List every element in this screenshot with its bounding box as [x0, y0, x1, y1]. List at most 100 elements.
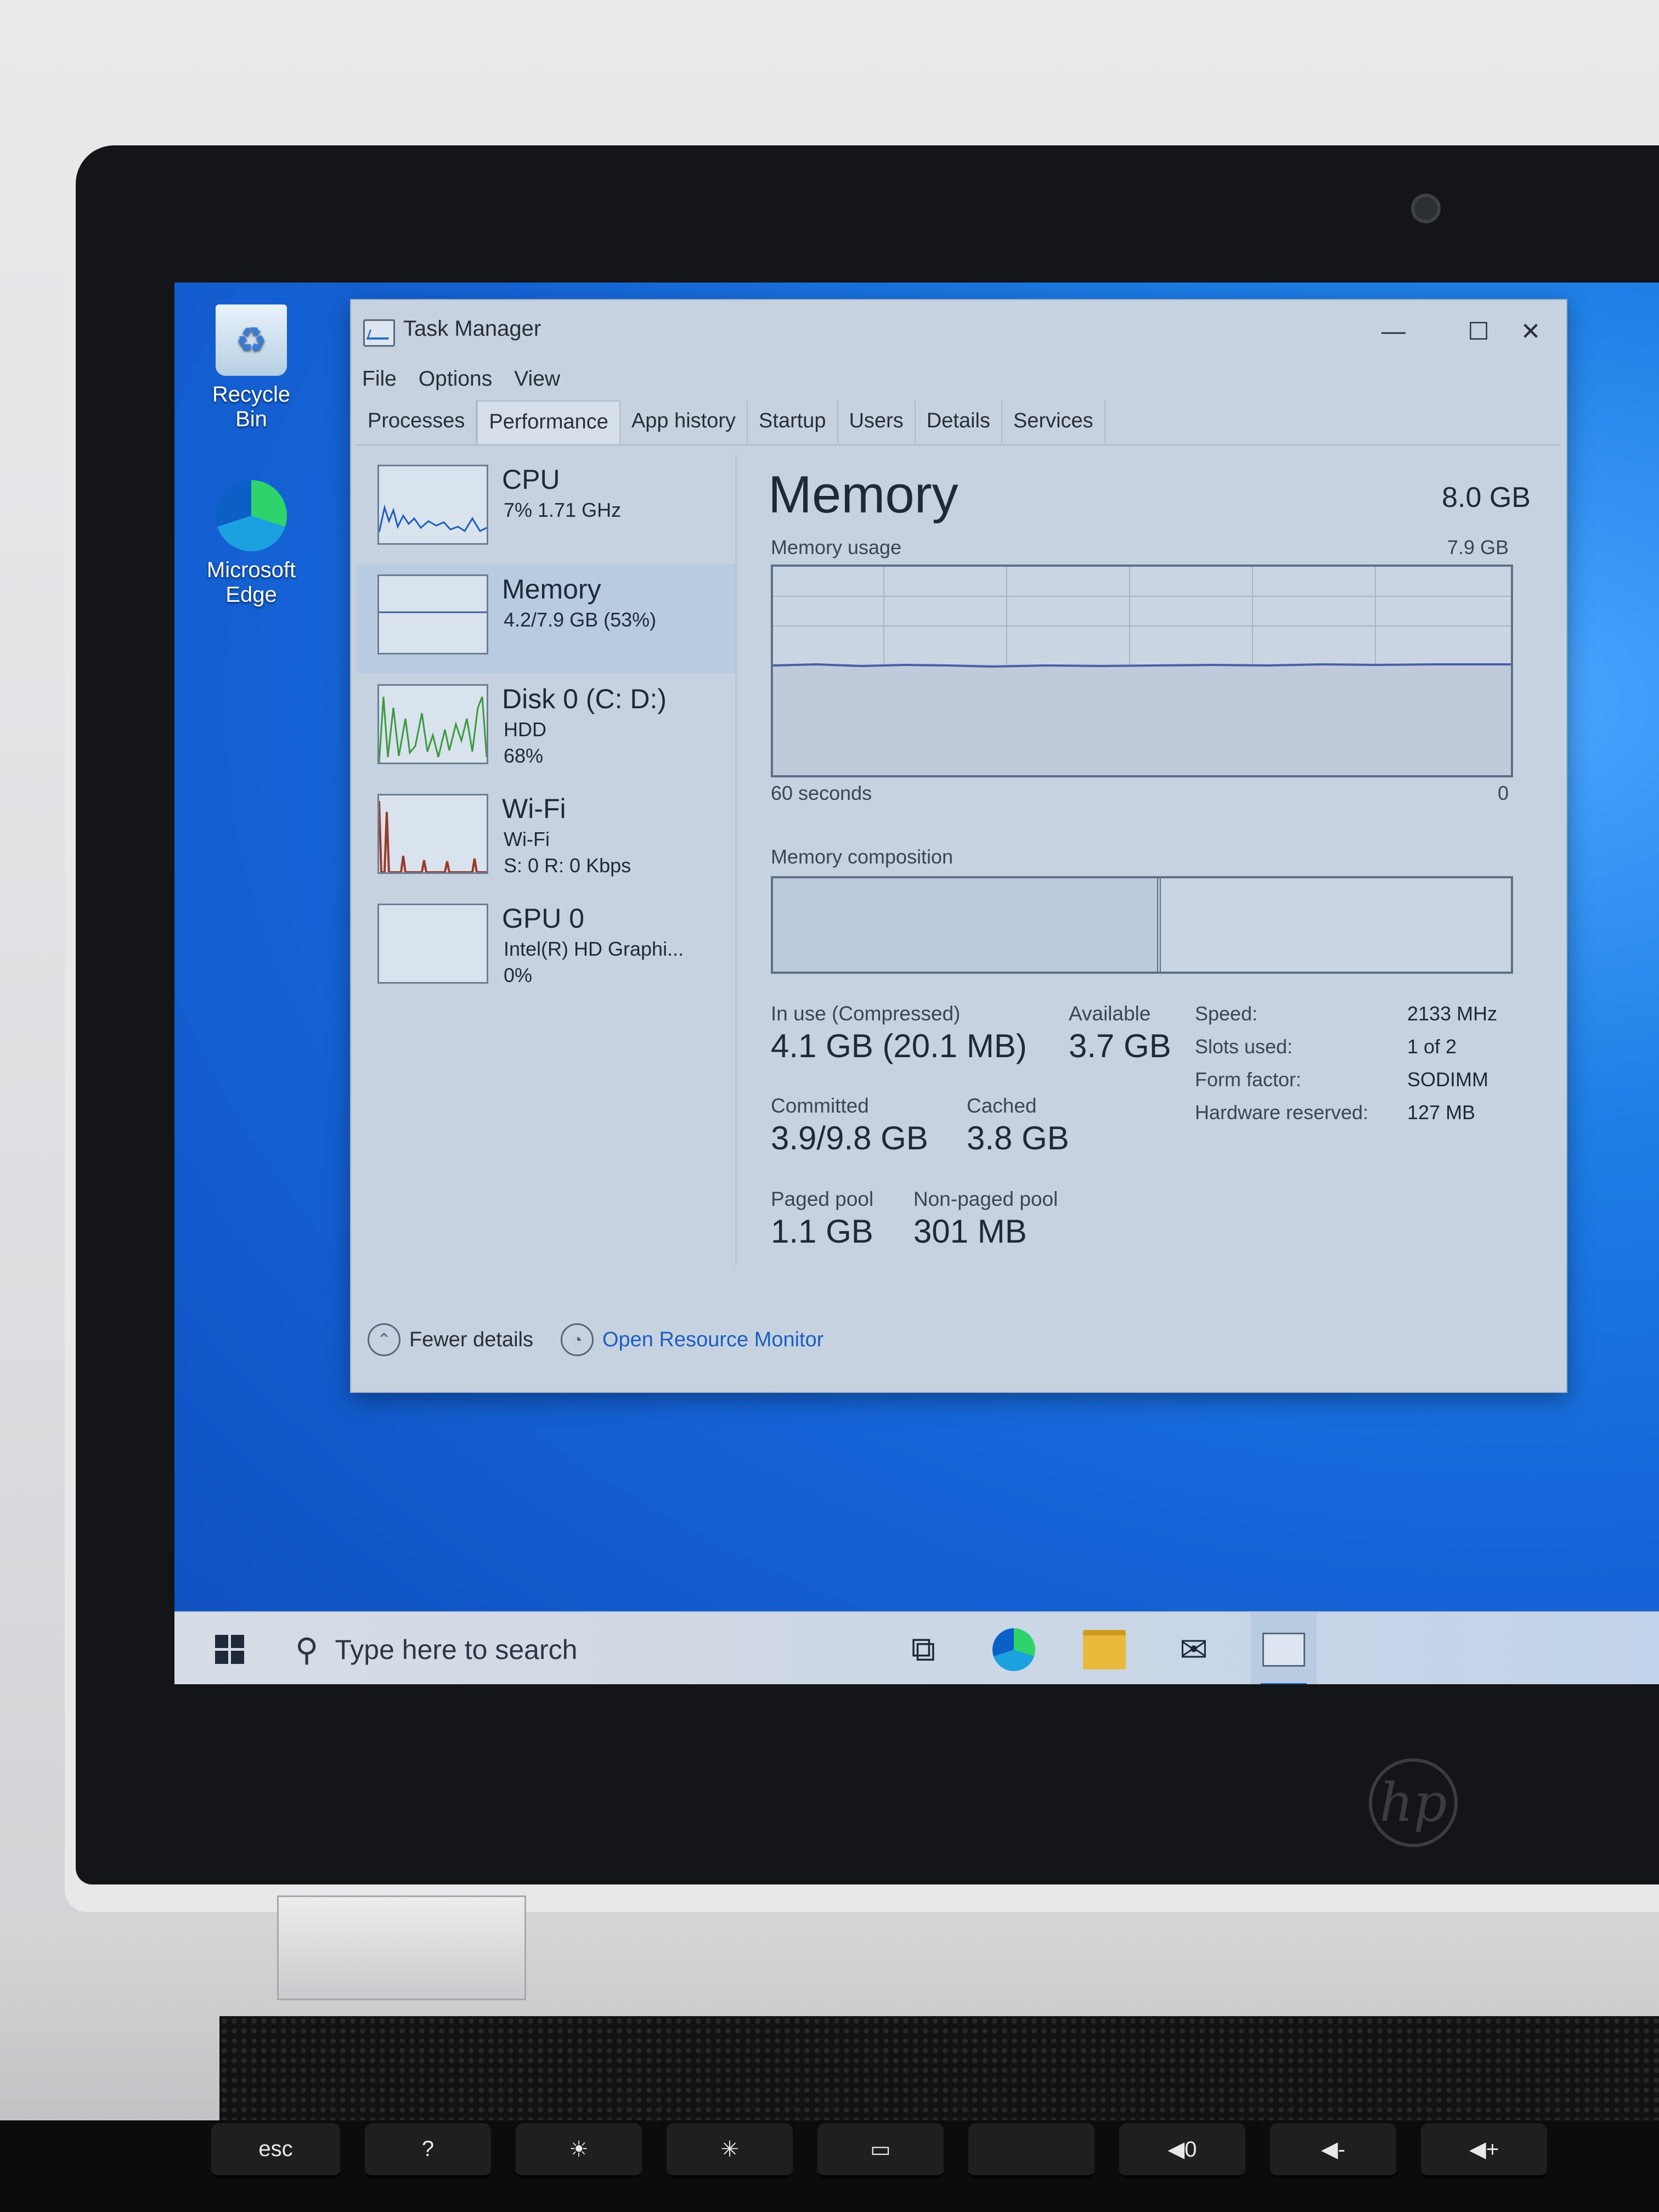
task-manager-icon: [1262, 1632, 1305, 1667]
sidebar-item-value: 4.2/7.9 GB (53%): [504, 608, 657, 631]
sidebar-item-wifi[interactable]: Wi-Fi Wi-Fi S: 0 R: 0 Kbps: [357, 783, 735, 893]
key-f4[interactable]: ▭: [817, 2123, 944, 2179]
in-use-value: 4.1 GB (20.1 MB): [771, 1028, 1027, 1064]
memory-total: 8.0 GB: [1442, 482, 1531, 514]
chevron-up-icon[interactable]: ⌃: [368, 1323, 400, 1356]
menu-file[interactable]: File: [362, 360, 409, 399]
panel-title: Memory: [768, 465, 958, 524]
hp-logo: hp: [1369, 1758, 1458, 1847]
key-esc[interactable]: esc: [211, 2123, 340, 2179]
spec-hardware-reserved-label: Hardware reserved:: [1195, 1101, 1369, 1124]
hinge: [277, 1895, 526, 2000]
active-app-indicator: [1261, 1683, 1307, 1684]
sidebar-item-cpu[interactable]: CPU 7% 1.71 GHz: [357, 454, 735, 563]
windows-logo-icon: [215, 1635, 244, 1664]
tab-services[interactable]: Services: [1002, 400, 1105, 443]
speaker-grille: [219, 2016, 1659, 2120]
sidebar-item-value: HDD: [504, 718, 546, 741]
non-paged-pool-label: Non-paged pool: [913, 1188, 1058, 1210]
memory-panel: Memory 8.0 GB Memory usage 7.9 GB 60 sec…: [768, 454, 1547, 1266]
sidebar-item-label: Disk 0 (C: D:): [502, 684, 667, 714]
spec-hardware-reserved-value: 127 MB: [1407, 1101, 1476, 1124]
sidebar-item-label: Wi-Fi: [502, 793, 566, 824]
sidebar-item-value: 0%: [504, 964, 533, 986]
tab-users[interactable]: Users: [838, 400, 916, 443]
key-f2[interactable]: ☀: [516, 2123, 642, 2179]
spec-slots-value: 1 of 2: [1407, 1035, 1457, 1058]
desktop-icon-label: Microsoft Edge: [206, 558, 296, 607]
screen: ♻ Recycle Bin Microsoft Edge Task Manage…: [174, 283, 1659, 1684]
menu-view[interactable]: View: [514, 360, 572, 399]
spec-speed-value: 2133 MHz: [1407, 1002, 1498, 1025]
menu-options[interactable]: Options: [419, 360, 504, 399]
open-resource-monitor-link[interactable]: Open Resource Monitor: [602, 1328, 823, 1352]
close-button[interactable]: ✕: [1498, 307, 1564, 356]
available-value: 3.7 GB: [1069, 1028, 1171, 1064]
non-paged-pool-value: 301 MB: [913, 1213, 1027, 1250]
taskbar: ⚲ Type here to search ⧉ ✉: [174, 1611, 1659, 1684]
tab-app-history[interactable]: App history: [620, 400, 748, 443]
sidebar-item-label: Memory: [502, 574, 601, 605]
desktop-icon-edge[interactable]: Microsoft Edge: [196, 480, 306, 607]
desktop-icon-recycle-bin[interactable]: ♻ Recycle Bin: [196, 304, 306, 432]
start-button[interactable]: [196, 1612, 262, 1684]
sidebar-item-value: 68%: [504, 744, 544, 767]
memory-usage-label: Memory usage: [771, 536, 902, 558]
memory-thumbnail-graph: [377, 574, 488, 654]
recycle-bin-icon: ♻: [216, 304, 287, 376]
edge-icon[interactable]: [981, 1612, 1047, 1684]
memory-usage-graph: [771, 565, 1513, 777]
sidebar-item-memory[interactable]: Memory 4.2/7.9 GB (53%): [357, 563, 735, 673]
fewer-details-button[interactable]: Fewer details: [409, 1328, 533, 1352]
key-f1[interactable]: ?: [365, 2123, 491, 2179]
task-manager-icon: [363, 319, 395, 347]
sidebar-item-label: CPU: [502, 464, 560, 495]
mail-icon[interactable]: ✉: [1161, 1612, 1227, 1684]
spec-slots-label: Slots used:: [1195, 1035, 1293, 1058]
cpu-thumbnail-graph: [377, 465, 488, 545]
paged-pool-value: 1.1 GB: [771, 1213, 873, 1250]
cached-value: 3.8 GB: [967, 1120, 1069, 1156]
sidebar-item-value: S: 0 R: 0 Kbps: [504, 854, 631, 877]
key-f6[interactable]: ◀0: [1119, 2123, 1245, 2179]
menu-bar: File Options View: [362, 360, 582, 399]
tab-startup[interactable]: Startup: [748, 400, 838, 443]
resource-monitor-icon: ◔: [560, 1323, 594, 1356]
sidebar-item-label: GPU 0: [502, 903, 585, 934]
task-view-icon[interactable]: ⧉: [890, 1612, 956, 1684]
memory-composition-label: Memory composition: [771, 845, 953, 868]
minimize-button[interactable]: —: [1361, 307, 1426, 356]
tab-processes[interactable]: Processes: [357, 400, 477, 443]
committed-label: Committed: [771, 1094, 869, 1117]
file-explorer-icon[interactable]: [1071, 1612, 1137, 1684]
memory-composition-bar: [771, 876, 1513, 974]
window-title: Task Manager: [403, 317, 541, 341]
task-manager-window: Task Manager — ☐ ✕ File Options View Pro…: [350, 299, 1567, 1393]
title-bar[interactable]: Task Manager — ☐ ✕: [351, 300, 1566, 360]
tab-details[interactable]: Details: [916, 400, 1002, 443]
spec-form-factor-label: Form factor:: [1195, 1068, 1302, 1091]
wifi-thumbnail-graph: [377, 794, 488, 874]
gpu-thumbnail-graph: [377, 904, 488, 984]
resource-sidebar: CPU 7% 1.71 GHz Memory 4.2/7.9 GB (53%): [357, 454, 737, 1266]
webcam: [1411, 194, 1441, 223]
task-manager-taskbar-button[interactable]: [1251, 1612, 1317, 1684]
key-f3[interactable]: ✳: [667, 2123, 793, 2179]
sidebar-item-disk[interactable]: Disk 0 (C: D:) HDD 68%: [357, 673, 735, 783]
tab-performance[interactable]: Performance: [477, 400, 620, 444]
window-footer: ⌃ Fewer details ◔ Open Resource Monitor: [368, 1318, 823, 1362]
graph-time-start: 60 seconds: [771, 782, 872, 804]
key-f7[interactable]: ◀-: [1270, 2123, 1396, 2179]
composition-in-use-segment: [773, 878, 1161, 972]
sidebar-item-gpu[interactable]: GPU 0 Intel(R) HD Graphi... 0%: [357, 893, 735, 1019]
paged-pool-label: Paged pool: [771, 1188, 874, 1210]
key-f5[interactable]: [968, 2123, 1094, 2179]
available-label: Available: [1069, 1002, 1151, 1025]
spec-form-factor-value: SODIMM: [1407, 1068, 1488, 1091]
spec-speed-label: Speed:: [1195, 1002, 1258, 1025]
key-f8[interactable]: ◀+: [1421, 2123, 1547, 2179]
sidebar-item-value: Wi-Fi: [504, 828, 550, 850]
desktop-icon-label: Recycle Bin: [212, 382, 291, 431]
sidebar-item-value: 7% 1.71 GHz: [504, 499, 622, 521]
disk-thumbnail-graph: [377, 684, 488, 764]
